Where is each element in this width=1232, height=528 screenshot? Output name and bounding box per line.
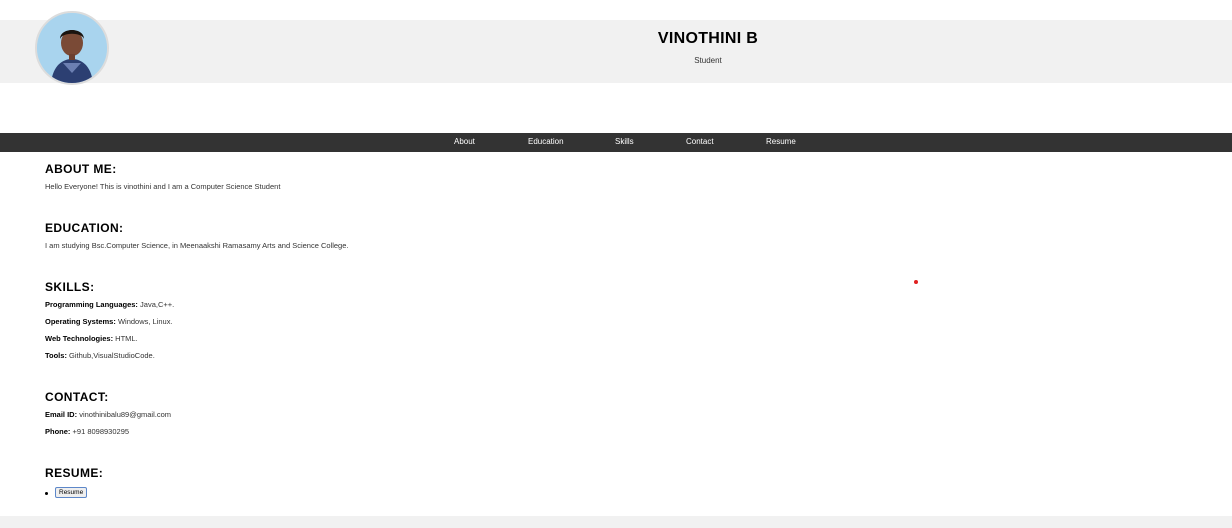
resume-section: RESUME: Resume — [45, 466, 103, 501]
profile-avatar — [35, 11, 109, 85]
skills-section: SKILLS: Programming Languages: Java,C++.… — [45, 280, 174, 368]
contact-email: vinothinibalu89@gmail.com — [79, 410, 172, 419]
nav-item-education[interactable]: Education — [528, 137, 564, 146]
nav-item-resume[interactable]: Resume — [766, 137, 796, 146]
skill-value: Github,VisualStudioCode. — [69, 351, 155, 360]
contact-title: CONTACT: — [45, 390, 109, 404]
nav-item-contact[interactable]: Contact — [686, 137, 714, 146]
skills-title: SKILLS: — [45, 280, 95, 294]
profile-name: VINOTHINI B — [657, 30, 759, 47]
contact-list: Email ID: vinothinibalu89@gmail.com Phon… — [45, 410, 171, 444]
skill-row: Web Technologies: HTML. — [45, 334, 174, 351]
profile-role: Student — [694, 56, 722, 65]
skill-label: Tools: — [45, 351, 67, 360]
skill-label: Operating Systems: — [45, 317, 116, 326]
contact-label: Email ID: — [45, 410, 78, 419]
education-title: EDUCATION: — [45, 221, 124, 235]
cursor-dot-icon — [914, 280, 918, 284]
bullet-icon — [45, 492, 48, 495]
education-section: EDUCATION: I am studying Bsc.Computer Sc… — [45, 221, 348, 250]
resume-button[interactable]: Resume — [55, 487, 88, 498]
list-item: Resume — [45, 487, 103, 501]
skill-label: Programming Languages: — [45, 300, 138, 309]
contact-row: Phone: +91 8098930295 — [45, 427, 171, 444]
about-title: ABOUT ME: — [45, 162, 117, 176]
site-footer — [0, 516, 1232, 528]
contact-row: Email ID: vinothinibalu89@gmail.com — [45, 410, 171, 427]
nav-item-skills[interactable]: Skills — [615, 137, 634, 146]
education-text: I am studying Bsc.Computer Science, in M… — [45, 241, 349, 250]
skill-value: Windows, Linux. — [117, 317, 173, 326]
skill-row: Operating Systems: Windows, Linux. — [45, 317, 174, 334]
nav-bar: About Education Skills Contact Resume — [0, 133, 1232, 152]
about-section: ABOUT ME: Hello Everyone! This is vinoth… — [45, 162, 280, 191]
skill-row: Tools: Github,VisualStudioCode. — [45, 351, 174, 368]
contact-label: Phone: — [45, 427, 71, 436]
resume-title: RESUME: — [45, 466, 104, 480]
skill-value: HTML. — [115, 334, 138, 343]
skills-list: Programming Languages: Java,C++. Operati… — [45, 300, 174, 368]
contact-phone: +91 8098930295 — [72, 427, 130, 436]
skill-label: Web Technologies: — [45, 334, 114, 343]
skill-value: Java,C++. — [140, 300, 175, 309]
contact-section: CONTACT: Email ID: vinothinibalu89@gmail… — [45, 390, 171, 444]
profile-photo — [37, 13, 107, 83]
about-text: Hello Everyone! This is vinothini and I … — [45, 182, 281, 191]
nav-item-about[interactable]: About — [454, 137, 475, 146]
skill-row: Programming Languages: Java,C++. — [45, 300, 174, 317]
